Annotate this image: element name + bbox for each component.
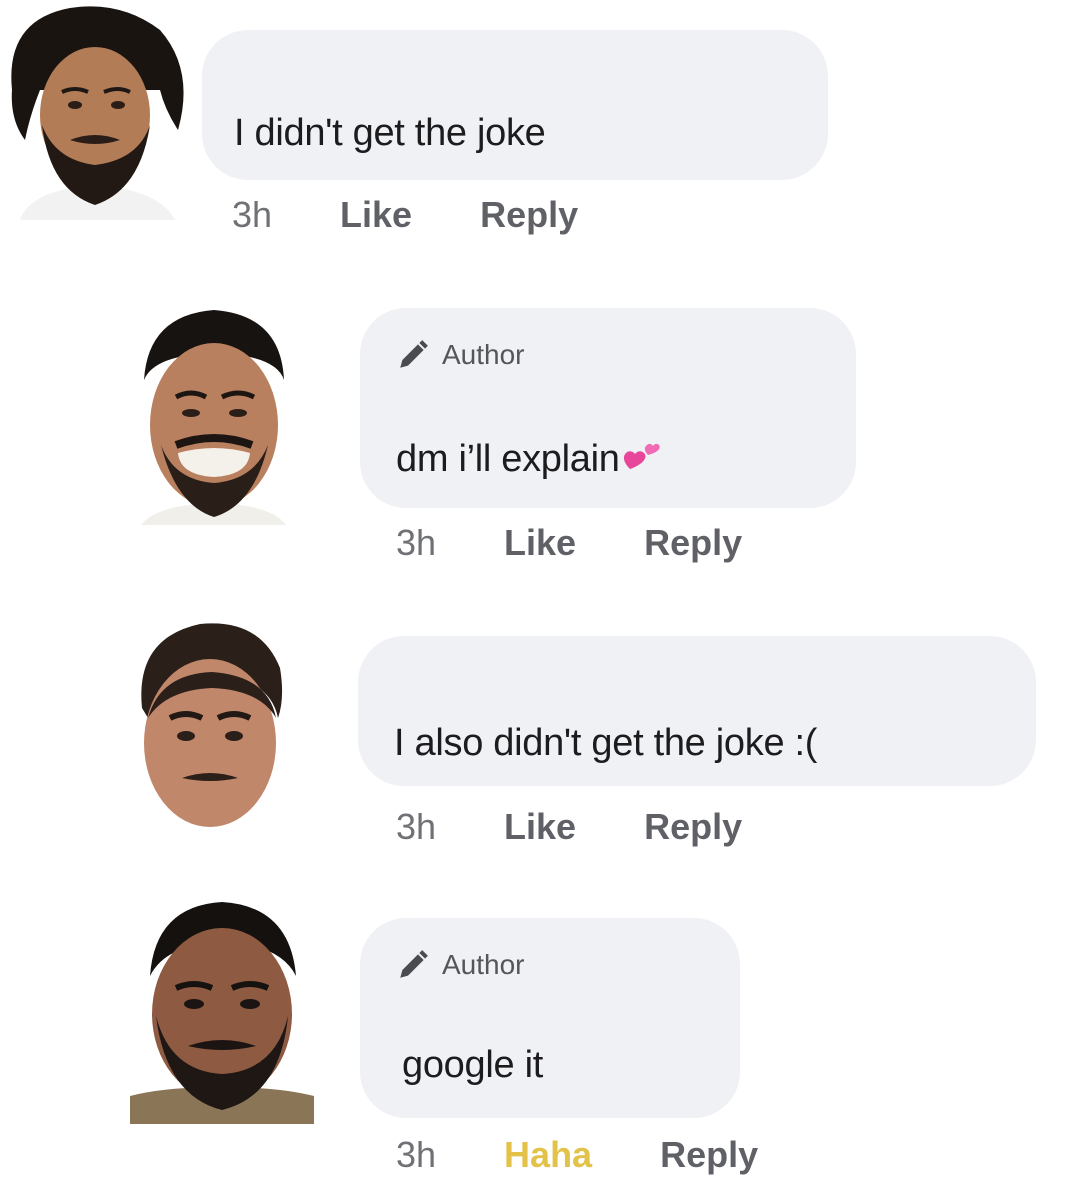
author-badge: Author xyxy=(396,338,525,372)
comment-timestamp: 3h xyxy=(232,194,273,235)
comment-timestamp: 3h xyxy=(396,1134,437,1175)
comment-timestamp: 3h xyxy=(396,806,437,847)
avatar-commenter-3[interactable] xyxy=(130,618,290,830)
man-styled-hair-mustache-icon xyxy=(130,618,290,830)
comment-bubble-4: Author google it xyxy=(360,918,740,1118)
comment-thread: I didn't get the joke 3h Like Reply Auth… xyxy=(0,0,1088,1200)
avatar-commenter-2[interactable] xyxy=(136,305,292,525)
author-badge-label: Author xyxy=(442,339,525,370)
comment-actions-3: 3h Like Reply xyxy=(396,806,742,848)
reply-button[interactable]: Reply xyxy=(644,806,742,848)
reply-button[interactable]: Reply xyxy=(660,1134,758,1176)
comment-actions-1: 3h Like Reply xyxy=(232,194,578,236)
comment-text: google it xyxy=(402,1044,543,1086)
two-hearts-icon xyxy=(622,439,662,483)
bearded-man-uniform-icon xyxy=(130,896,314,1124)
comment-bubble-2: Author dm i’ll explain xyxy=(360,308,856,508)
pencil-icon xyxy=(400,950,428,978)
smiling-man-mustache-icon xyxy=(136,305,292,525)
comment-text: dm i’ll explain xyxy=(396,438,662,483)
pencil-icon xyxy=(400,340,428,368)
comment-actions-2: 3h Like Reply xyxy=(396,522,742,564)
comment-text: I also didn't get the joke :( xyxy=(394,722,818,764)
comment-text: I didn't get the joke xyxy=(234,112,546,154)
avatar-commenter-4[interactable] xyxy=(130,896,314,1124)
author-badge-label: Author xyxy=(442,949,525,980)
reply-button[interactable]: Reply xyxy=(644,522,742,564)
bearded-man-curly-hair-icon xyxy=(0,0,190,220)
comment-timestamp: 3h xyxy=(396,522,437,563)
avatar-commenter-1[interactable] xyxy=(0,0,190,220)
like-button[interactable]: Like xyxy=(504,522,576,564)
comment-text-content: dm i’ll explain xyxy=(396,438,620,480)
haha-reaction-button[interactable]: Haha xyxy=(504,1134,592,1176)
like-button[interactable]: Like xyxy=(504,806,576,848)
like-button[interactable]: Like xyxy=(340,194,412,236)
comment-bubble-1: I didn't get the joke xyxy=(202,30,828,180)
reply-button[interactable]: Reply xyxy=(480,194,578,236)
comment-actions-4: 3h Haha Reply xyxy=(396,1134,758,1176)
comment-bubble-3: I also didn't get the joke :( xyxy=(358,636,1036,786)
author-badge: Author xyxy=(396,948,525,982)
